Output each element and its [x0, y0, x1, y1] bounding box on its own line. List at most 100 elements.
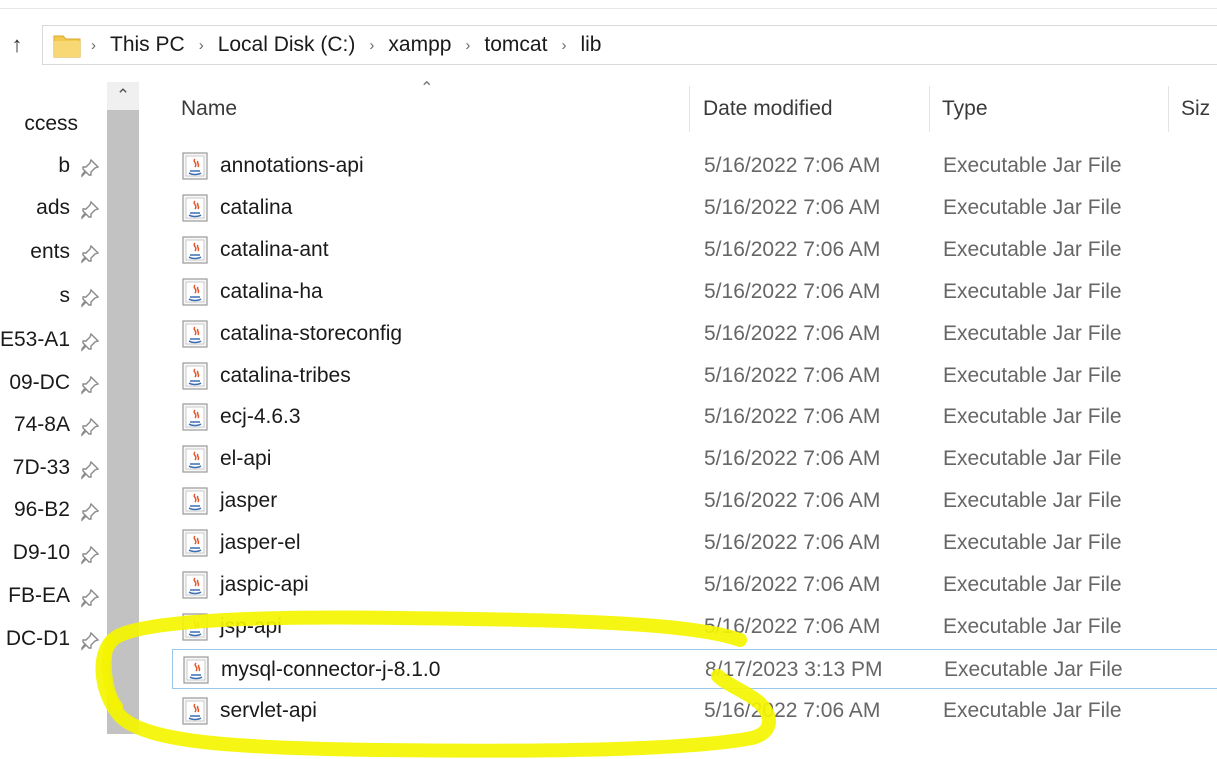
file-date-modified: 5/16/2022 7:06 AM — [704, 447, 881, 471]
file-name: ecj-4.6.3 — [220, 405, 301, 429]
file-row[interactable]: catalina-tribes 5/16/2022 7:06 AM Executab… — [172, 356, 1217, 396]
chevron-right-icon[interactable]: › — [561, 37, 566, 54]
jar-file-icon — [182, 529, 208, 557]
nav-item[interactable]: D9-10 — [0, 533, 110, 573]
nav-item[interactable]: 7D-33 — [0, 448, 110, 488]
file-row[interactable]: servlet-api 5/16/2022 7:06 AM Executable J… — [172, 691, 1217, 731]
file-row[interactable]: ecj-4.6.3 5/16/2022 7:06 AM Executable Jar… — [172, 397, 1217, 437]
pin-icon[interactable] — [80, 631, 100, 651]
pin-icon[interactable] — [80, 417, 100, 437]
nav-item-label: s — [59, 284, 71, 307]
pin-icon[interactable] — [80, 375, 100, 395]
file-type: Executable Jar File — [943, 405, 1122, 429]
nav-item-label: D9-10 — [12, 541, 70, 564]
file-row[interactable]: annotations-api 5/16/2022 7:06 AM Executab… — [172, 146, 1217, 186]
pin-icon[interactable] — [80, 332, 100, 352]
scroll-up-icon[interactable]: ⌃ — [107, 82, 139, 110]
chevron-right-icon[interactable]: › — [199, 37, 204, 54]
file-type: Executable Jar File — [943, 237, 1122, 261]
breadcrumb-item[interactable]: xampp — [388, 33, 451, 57]
file-name: jasper — [220, 489, 278, 513]
nav-item-label: FB-EA — [8, 584, 70, 607]
nav-item-label: 09-DC — [9, 371, 70, 394]
pin-icon[interactable] — [80, 588, 100, 608]
file-date-modified: 5/16/2022 7:06 AM — [704, 154, 881, 177]
jar-file-icon — [182, 152, 208, 180]
jar-file-icon — [182, 319, 208, 348]
file-type: Executable Jar File — [943, 154, 1122, 177]
window-top-border — [0, 8, 1217, 9]
nav-scrollbar-thumb[interactable] — [107, 110, 139, 734]
file-name: el-api — [220, 447, 272, 471]
breadcrumb-item[interactable]: lib — [580, 33, 601, 57]
breadcrumb-item[interactable]: This PC — [110, 33, 185, 57]
address-bar[interactable]: › This PC › Local Disk (C:) › xampp › tomcat › li… — [42, 25, 1217, 65]
file-type: Executable Jar File — [943, 489, 1122, 513]
file-date-modified: 5/16/2022 7:06 AM — [704, 237, 881, 261]
jar-file-icon — [182, 194, 208, 222]
file-date-modified: 5/16/2022 7:06 AM — [704, 698, 881, 722]
nav-item[interactable]: E53-A1 — [0, 320, 110, 360]
pin-icon[interactable] — [80, 244, 100, 264]
jar-file-icon — [182, 445, 208, 473]
nav-item-label: E53-A1 — [0, 328, 70, 351]
file-row[interactable]: catalina-ha 5/16/2022 7:06 AM Executable J… — [172, 272, 1217, 312]
column-header-name[interactable]: Name — [181, 88, 237, 130]
file-date-modified: 5/16/2022 7:06 AM — [704, 363, 881, 387]
nav-item[interactable]: 96-B2 — [0, 490, 110, 530]
pin-icon[interactable] — [80, 502, 100, 522]
jar-file-icon — [183, 656, 209, 684]
nav-item[interactable]: 74-8A — [0, 405, 110, 445]
file-row[interactable]: jaspic-api 5/16/2022 7:06 AM Executable Ja… — [172, 565, 1217, 605]
file-name: catalina-tribes — [220, 363, 351, 387]
column-header-type[interactable]: Type — [942, 88, 988, 130]
breadcrumb-item[interactable]: Local Disk (C:) — [218, 33, 356, 57]
file-name: servlet-api — [220, 698, 317, 722]
nav-item[interactable]: b — [0, 146, 110, 186]
nav-item[interactable]: ents — [0, 232, 110, 272]
file-name: catalina-storeconfig — [220, 321, 403, 345]
column-divider[interactable] — [929, 86, 930, 132]
up-arrow-icon[interactable]: ↑ — [6, 28, 28, 62]
file-name: annotations-api — [220, 154, 364, 177]
column-header-size[interactable]: Siz — [1181, 88, 1210, 130]
file-type: Executable Jar File — [944, 657, 1123, 681]
file-date-modified: 5/16/2022 7:06 AM — [704, 489, 881, 513]
file-row[interactable]: el-api 5/16/2022 7:06 AM Executable Jar Fi… — [172, 439, 1217, 479]
file-row[interactable]: catalina 5/16/2022 7:06 AM Executable Jar … — [172, 188, 1217, 228]
breadcrumb-item[interactable]: tomcat — [484, 33, 547, 57]
file-row[interactable]: catalina-storeconfig 5/16/2022 7:06 AM Exe… — [172, 314, 1217, 354]
file-row[interactable]: catalina-ant 5/16/2022 7:06 AM Executable … — [172, 230, 1217, 270]
column-divider[interactable] — [689, 86, 690, 132]
file-row[interactable]: mysql-connector-j-8.1.0 8/17/2023 3:13 PM… — [172, 648, 1217, 689]
nav-item-label: 74-8A — [13, 413, 70, 436]
file-row[interactable]: jasper-el 5/16/2022 7:06 AM Executable Jar… — [172, 523, 1217, 563]
file-row[interactable]: jsp-api 5/16/2022 7:06 AM Executable Jar F… — [172, 607, 1217, 647]
chevron-right-icon[interactable]: › — [91, 37, 96, 54]
file-name: catalina-ant — [220, 237, 329, 261]
nav-item-label: 7D-33 — [12, 456, 70, 479]
nav-item[interactable]: s — [0, 276, 110, 316]
pin-icon[interactable] — [80, 158, 100, 178]
chevron-right-icon[interactable]: › — [465, 37, 470, 54]
nav-item[interactable]: ccess — [0, 100, 110, 140]
nav-item-label: DC-D1 — [5, 627, 70, 650]
nav-item[interactable]: DC-D1 — [0, 619, 110, 659]
pin-icon[interactable] — [80, 288, 100, 308]
column-divider[interactable] — [1168, 86, 1169, 132]
file-row[interactable]: jasper 5/16/2022 7:06 AM Executable Jar Fi… — [172, 481, 1217, 521]
nav-item[interactable]: FB-EA — [0, 576, 110, 616]
file-type: Executable Jar File — [943, 321, 1122, 345]
folder-icon — [53, 35, 81, 58]
nav-item[interactable]: ads — [0, 188, 110, 228]
nav-item[interactable]: 09-DC — [0, 363, 110, 403]
pin-icon[interactable] — [80, 545, 100, 565]
file-type: Executable Jar File — [943, 573, 1122, 596]
column-header-date[interactable]: Date modified — [703, 88, 833, 130]
file-name: jaspic-api — [220, 573, 309, 596]
pin-icon[interactable] — [80, 200, 100, 220]
pin-icon[interactable] — [80, 460, 100, 480]
file-type: Executable Jar File — [943, 195, 1122, 219]
nav-item-label: ents — [30, 240, 70, 263]
chevron-right-icon[interactable]: › — [369, 37, 374, 54]
